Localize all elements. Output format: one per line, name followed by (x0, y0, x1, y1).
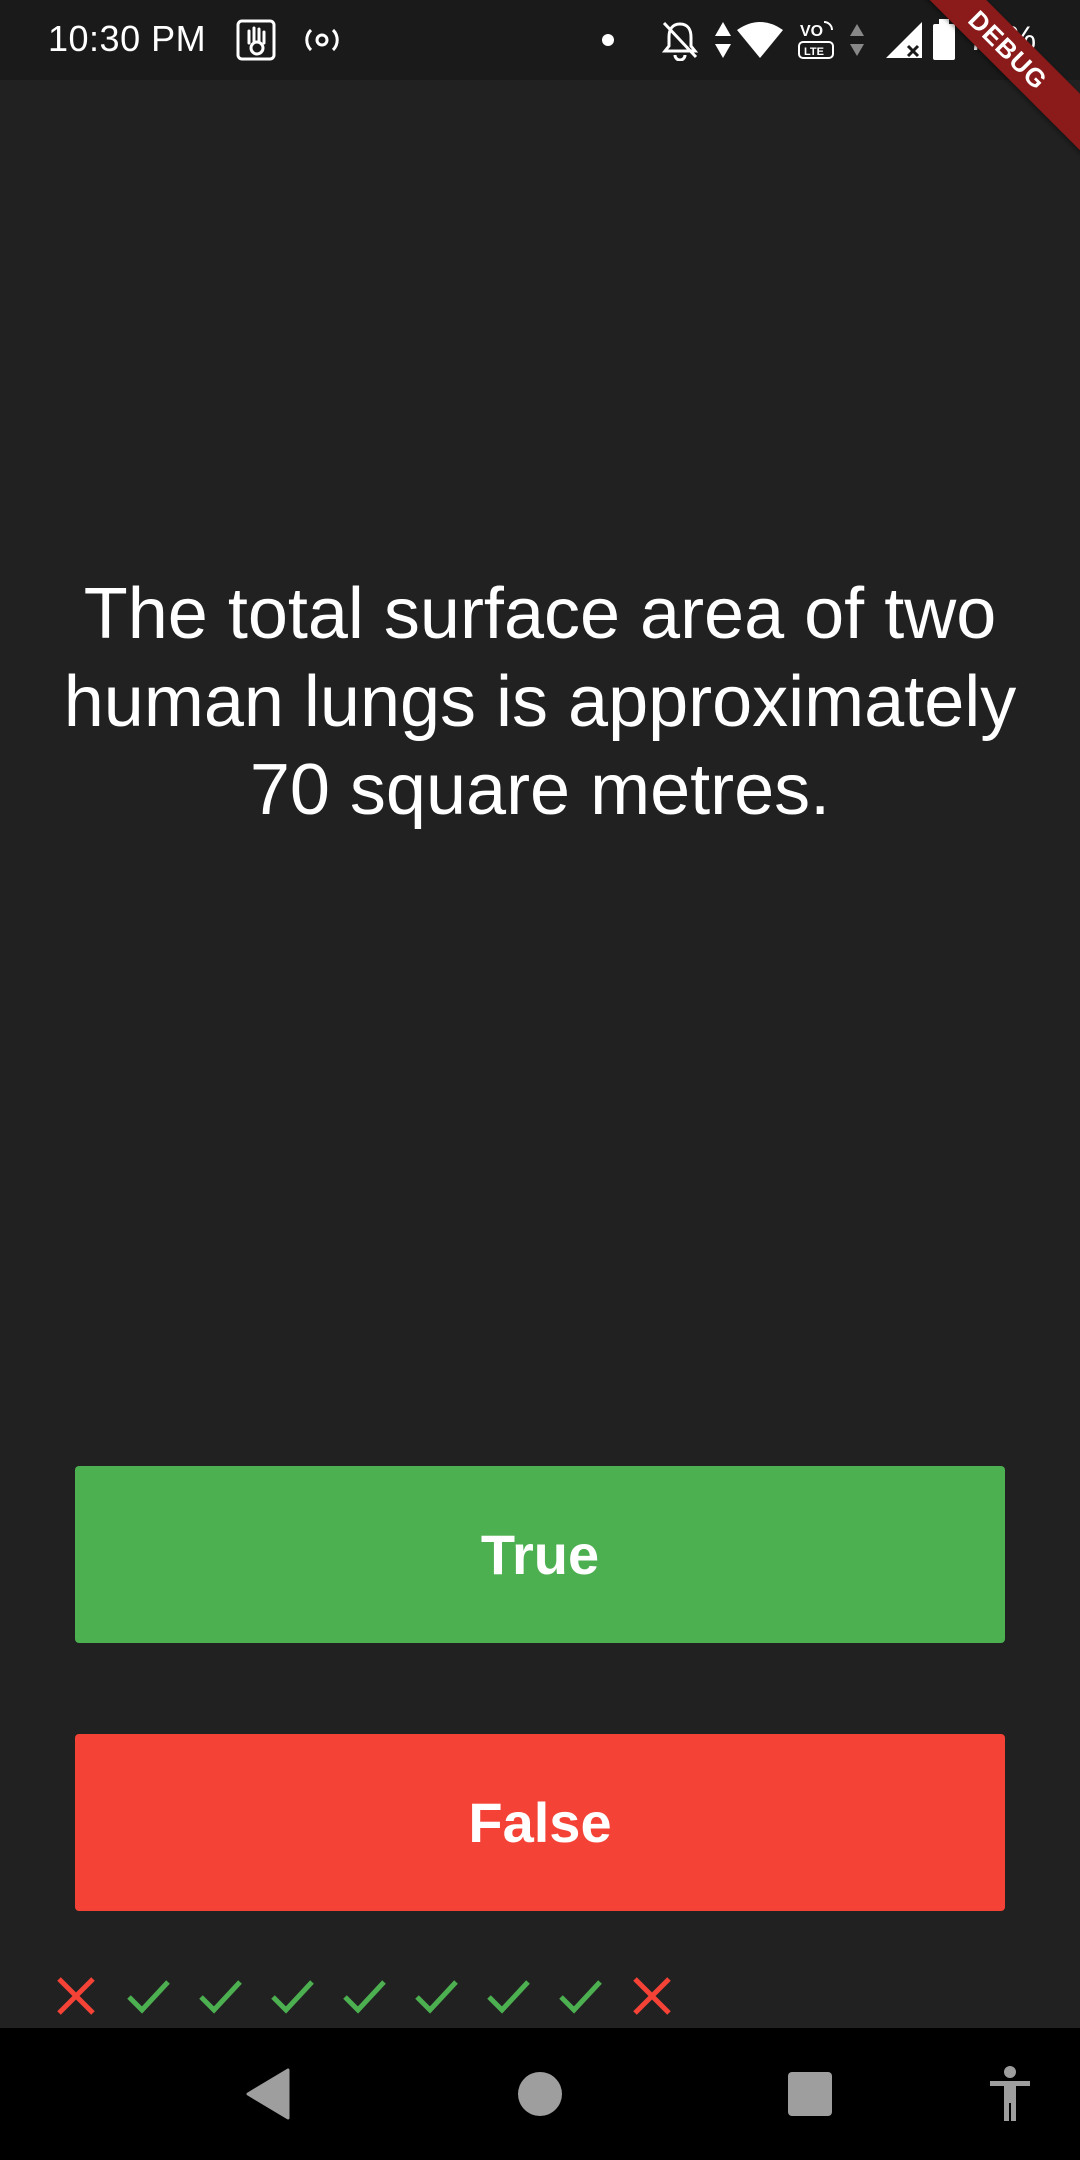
svg-text:VO: VO (800, 23, 823, 40)
accessibility-icon[interactable] (980, 2064, 1040, 2124)
dot-icon (596, 16, 620, 64)
status-bar: 10:30 PM VO LTE (0, 0, 1080, 80)
hotspot-icon (300, 16, 344, 64)
volte-icon: VO LTE (794, 16, 838, 64)
check-icon (400, 1966, 472, 2026)
gesture-hand-icon (234, 16, 278, 64)
signal-arrows-icon (846, 16, 868, 64)
signal-icon (882, 16, 926, 64)
check-icon (256, 1966, 328, 2026)
check-icon (328, 1966, 400, 2026)
data-arrows-icon (712, 16, 734, 64)
close-icon (40, 1966, 112, 2026)
check-icon (472, 1966, 544, 2026)
check-icon (544, 1966, 616, 2026)
back-icon[interactable] (238, 2064, 298, 2124)
navigation-bar (0, 2028, 1080, 2160)
svg-text:LTE: LTE (804, 46, 824, 58)
recents-icon[interactable] (780, 2064, 840, 2124)
quiz-screen: 10:30 PM VO LTE DEBUG The total surface … (0, 0, 1080, 2160)
wifi-icon (734, 16, 786, 64)
close-icon (616, 1966, 688, 2026)
check-icon (184, 1966, 256, 2026)
false-button[interactable]: False (75, 1734, 1005, 1911)
question-text: The total surface area of two human lung… (63, 574, 1017, 830)
score-keeper (40, 1966, 688, 2026)
home-icon[interactable] (510, 2064, 570, 2124)
check-icon (112, 1966, 184, 2026)
status-time: 10:30 PM (48, 18, 207, 59)
true-button[interactable]: True (75, 1466, 1005, 1643)
bell-off-icon (658, 16, 702, 64)
